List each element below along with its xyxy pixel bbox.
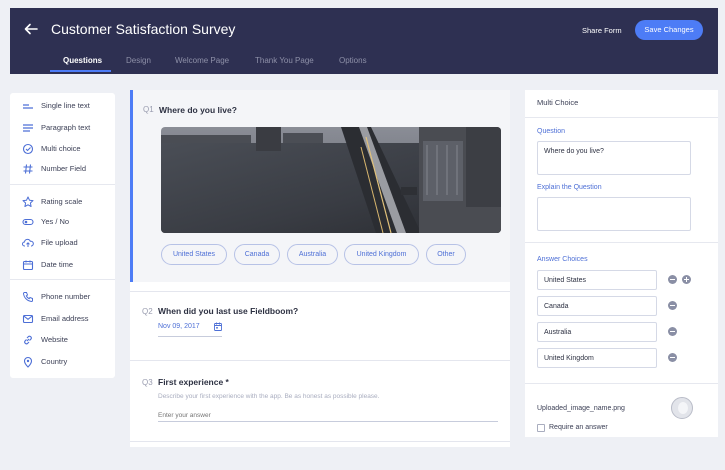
answer-choice-input[interactable]: Canada bbox=[537, 296, 657, 316]
question-card-q1[interactable]: Q1 Where do you live? United States Cana… bbox=[130, 90, 510, 282]
sidebar-divider bbox=[10, 279, 115, 280]
panel-divider bbox=[525, 242, 718, 243]
explain-label: Explain the Question bbox=[537, 184, 602, 191]
star-icon bbox=[22, 196, 34, 207]
tab-questions[interactable]: Questions bbox=[63, 56, 102, 65]
answer-choices-label: Answer Choices bbox=[537, 256, 588, 263]
calendar-icon[interactable] bbox=[214, 322, 222, 331]
short-text-icon bbox=[23, 104, 33, 109]
add-choice-button[interactable] bbox=[682, 275, 691, 284]
sidebar-item-yes-no[interactable]: Yes / No bbox=[10, 213, 115, 231]
hash-icon bbox=[23, 164, 33, 174]
page-title: Customer Satisfaction Survey bbox=[51, 21, 236, 37]
sidebar-item-country[interactable]: Country bbox=[10, 353, 115, 371]
tab-options[interactable]: Options bbox=[339, 56, 367, 65]
sidebar-divider bbox=[10, 184, 115, 185]
question-description: Describe your first experience with the … bbox=[158, 393, 380, 400]
email-icon bbox=[22, 314, 34, 324]
sidebar-item-multi-choice[interactable]: Multi choice bbox=[10, 140, 115, 158]
sidebar-item-label: File upload bbox=[41, 238, 78, 247]
question-text: First experience * bbox=[158, 377, 229, 387]
choice-pill[interactable]: Other bbox=[426, 244, 466, 265]
sidebar-item-label: Yes / No bbox=[41, 217, 70, 226]
question-divider bbox=[130, 360, 510, 361]
sidebar-item-website[interactable]: Website bbox=[10, 331, 115, 349]
question-number: Q2 bbox=[142, 307, 153, 316]
choice-pill[interactable]: Australia bbox=[287, 244, 338, 265]
choice-pill[interactable]: United States bbox=[161, 244, 227, 265]
question-label: Question bbox=[537, 128, 566, 135]
save-changes-button[interactable]: Save Changes bbox=[635, 20, 703, 40]
require-answer-label: Require an answer bbox=[549, 424, 608, 431]
sidebar-item-label: Number Field bbox=[41, 164, 87, 173]
image-upload-button[interactable] bbox=[671, 397, 693, 419]
cloud-upload-icon bbox=[22, 238, 34, 247]
sidebar-item-label: Phone number bbox=[41, 292, 91, 301]
question-settings-panel: Multi Choice Question Where do you live?… bbox=[525, 90, 718, 437]
require-answer-checkbox[interactable] bbox=[537, 424, 545, 432]
question-divider bbox=[130, 441, 510, 442]
sidebar-item-number-field[interactable]: Number Field bbox=[10, 160, 115, 178]
choice-pill[interactable]: Canada bbox=[234, 244, 280, 265]
explain-input[interactable] bbox=[537, 197, 691, 231]
paragraph-icon bbox=[23, 124, 33, 132]
check-circle-icon bbox=[22, 143, 34, 155]
date-field[interactable]: Nov 09, 2017 bbox=[158, 323, 200, 330]
sidebar-item-email-address[interactable]: Email address bbox=[10, 310, 115, 328]
toggle-icon bbox=[22, 218, 34, 226]
sidebar-item-rating-scale[interactable]: Rating scale bbox=[10, 193, 115, 211]
panel-title: Multi Choice bbox=[537, 98, 579, 107]
question-list: Q1 Where do you live? United States Cana… bbox=[130, 90, 510, 447]
sidebar-item-single-line-text[interactable]: Single line text bbox=[10, 97, 115, 115]
tab-welcome-page[interactable]: Welcome Page bbox=[175, 56, 229, 65]
panel-divider bbox=[525, 117, 718, 118]
sidebar-item-label: Date time bbox=[41, 260, 74, 269]
sidebar-item-date-time[interactable]: Date time bbox=[10, 256, 115, 274]
back-arrow-icon[interactable] bbox=[24, 22, 38, 36]
tab-thank-you-page[interactable]: Thank You Page bbox=[255, 56, 314, 65]
sidebar-item-label: Email address bbox=[41, 314, 89, 323]
sidebar-item-label: Country bbox=[41, 357, 68, 366]
date-field-underline bbox=[158, 336, 222, 337]
question-divider bbox=[130, 291, 510, 292]
remove-choice-button[interactable] bbox=[668, 353, 677, 362]
question-number: Q1 bbox=[143, 105, 154, 114]
globe-icon bbox=[24, 335, 32, 345]
sidebar-item-phone-number[interactable]: Phone number bbox=[10, 288, 115, 306]
sidebar-item-file-upload[interactable]: File upload bbox=[10, 234, 115, 252]
uploaded-file-name: Uploaded_image_name.png bbox=[537, 405, 625, 412]
field-type-sidebar: Single line text Paragraph text Multi ch… bbox=[10, 93, 115, 378]
answer-input[interactable] bbox=[158, 410, 498, 422]
sidebar-item-label: Multi choice bbox=[41, 144, 81, 153]
sidebar-item-label: Rating scale bbox=[41, 197, 83, 206]
sidebar-item-paragraph-text[interactable]: Paragraph text bbox=[10, 119, 115, 137]
panel-divider bbox=[525, 383, 718, 384]
sidebar-item-label: Single line text bbox=[41, 101, 90, 110]
question-number: Q3 bbox=[142, 378, 153, 387]
remove-choice-button[interactable] bbox=[668, 301, 677, 310]
remove-choice-button[interactable] bbox=[668, 275, 677, 284]
question-text: When did you last use Fieldboom? bbox=[158, 306, 299, 316]
sidebar-item-label: Website bbox=[41, 335, 68, 344]
answer-choice-input[interactable]: Australia bbox=[537, 322, 657, 342]
top-bar: Customer Satisfaction Survey Share Form … bbox=[10, 8, 718, 74]
sidebar-item-label: Paragraph text bbox=[41, 123, 91, 132]
tab-bar: Questions Design Welcome Page Thank You … bbox=[10, 54, 718, 74]
calendar-icon bbox=[22, 260, 34, 271]
map-pin-icon bbox=[23, 356, 33, 368]
app-window: Customer Satisfaction Survey Share Form … bbox=[10, 8, 718, 470]
question-input[interactable]: Where do you live? bbox=[537, 141, 691, 175]
active-tab-indicator bbox=[50, 70, 111, 72]
phone-icon bbox=[22, 292, 33, 303]
tab-design[interactable]: Design bbox=[126, 56, 151, 65]
share-form-link[interactable]: Share Form bbox=[582, 26, 622, 35]
choice-pill[interactable]: United Kingdom bbox=[344, 244, 419, 265]
answer-choice-input[interactable]: United Kingdom bbox=[537, 348, 657, 368]
answer-choice-input[interactable]: United States bbox=[537, 270, 657, 290]
question-image bbox=[161, 127, 501, 233]
question-text: Where do you live? bbox=[159, 105, 237, 115]
remove-choice-button[interactable] bbox=[668, 327, 677, 336]
